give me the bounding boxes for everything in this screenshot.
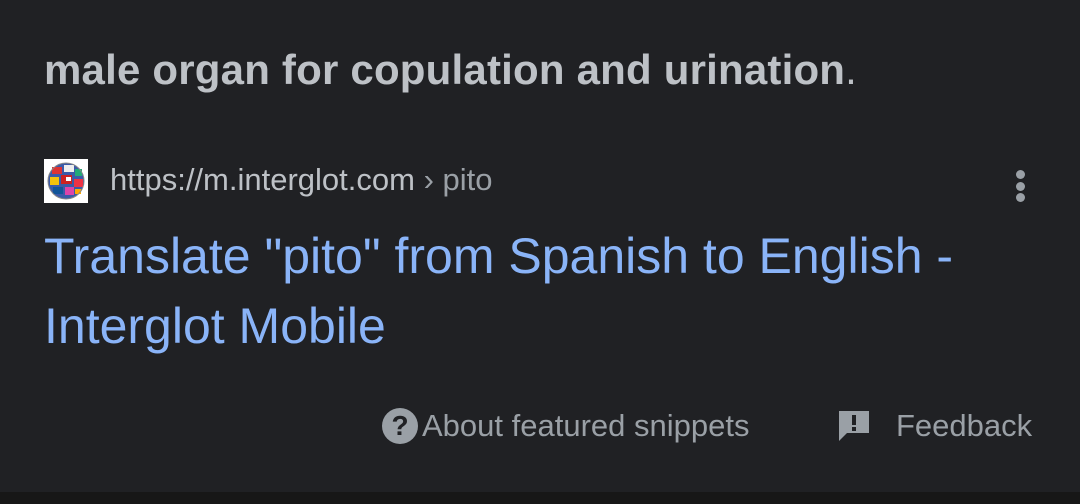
feedback-button[interactable]: Feedback (836, 404, 1032, 448)
about-featured-snippets-label: About featured snippets (422, 408, 750, 443)
kebab-dot (1015, 181, 1025, 191)
result-title-link[interactable]: Translate "pito" from Spanish to English… (44, 221, 1044, 361)
about-featured-snippets-button[interactable]: ? About featured snippets (382, 404, 749, 448)
page-bottom-divider (0, 492, 1080, 504)
result-breadcrumb: › pito (414, 162, 493, 197)
feedback-icon (839, 411, 869, 441)
snippet-period: . (845, 46, 858, 93)
snippet-answer: male organ for copulation and urination (44, 46, 846, 93)
snippet-text: male organ for copulation and urination. (44, 46, 857, 94)
kebab-dot (1015, 193, 1025, 202)
globe-flags-icon (44, 159, 88, 203)
kebab-dot (1015, 170, 1025, 179)
question-circle-icon: ? (382, 408, 418, 444)
featured-snippet-card: male organ for copulation and urination.… (0, 0, 1080, 492)
feedback-label: Feedback (896, 408, 1033, 443)
result-domain: https://m.interglot.com (110, 162, 415, 197)
more-options-icon[interactable] (1004, 164, 1036, 208)
result-url[interactable]: https://m.interglot.com › pito (110, 162, 492, 198)
